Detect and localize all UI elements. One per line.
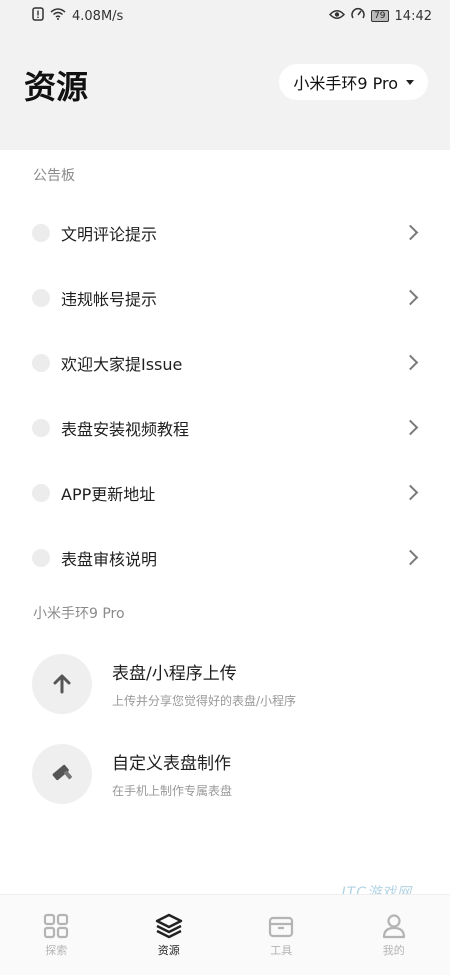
status-right: 79 14:42 [329,7,432,25]
notice-item-label: 违规帐号提示 [61,289,158,309]
chevron-right-icon [402,419,419,436]
grid-icon [44,913,69,938]
notice-item-label: 欢迎大家提Issue [61,354,183,374]
notice-item[interactable]: 文明评论提示 [0,200,450,265]
notice-item[interactable]: 欢迎大家提Issue [0,330,450,395]
speedometer-icon [351,7,365,25]
hammer-icon-circle [32,744,92,804]
upload-title: 表盘/小程序上传 [112,664,237,684]
upload-texts: 表盘/小程序上传 上传并分享您觉得好的表盘/小程序 [112,659,296,709]
custom-subtitle: 在手机上制作专属表盘 [112,784,233,798]
unread-dot-icon [32,483,50,502]
wifi-icon [50,8,66,24]
nav-label-tools: 工具 [270,943,293,957]
status-bar: 4.08M/s 79 14:42 [0,0,450,32]
user-icon [382,913,405,938]
unread-dot-icon [32,418,50,437]
section-label-bulletin: 公告板 [33,168,75,184]
status-left: 4.08M/s [32,7,123,25]
chevron-right-icon [402,289,419,306]
notice-item-label: 表盘审核说明 [61,549,158,569]
device-selector-label: 小米手环9 Pro [293,74,398,93]
nav-label-resources: 资源 [157,943,180,957]
unread-dot-icon [32,223,50,242]
device-selector[interactable]: 小米手环9 Pro [279,64,428,100]
notification-icon [32,7,44,25]
nav-label-explore: 探索 [45,943,68,957]
unread-dot-icon [32,353,50,372]
network-speed: 4.08M/s [72,8,124,24]
chevron-right-icon [402,549,419,566]
page-title: 资源 [24,68,89,106]
upload-subtitle: 上传并分享您觉得好的表盘/小程序 [112,694,297,708]
nav-label-me: 我的 [382,943,405,957]
notice-item-label: 表盘安装视频教程 [61,419,190,439]
section-label-device: 小米手环9 Pro [33,606,125,622]
notice-item[interactable]: 表盘审核说明 [0,525,450,590]
unread-dot-icon [32,548,50,567]
unread-dot-icon [32,288,50,307]
custom-texts: 自定义表盘制作 在手机上制作专属表盘 [112,749,232,799]
eye-icon [329,9,346,24]
upload-arrow-icon [53,674,71,694]
hammer-icon [52,764,72,781]
nav-item-resources[interactable]: 资源 [113,895,226,975]
chevron-right-icon [402,224,419,241]
clock: 14:42 [394,8,432,24]
caret-down-icon [406,79,414,85]
upload-watchface-item[interactable]: 表盘/小程序上传 上传并分享您觉得好的表盘/小程序 [0,639,450,729]
custom-title: 自定义表盘制作 [112,754,231,774]
nav-item-tools[interactable]: 工具 [225,895,338,975]
layers-icon [155,913,182,938]
battery-indicator: 79 [371,10,389,22]
custom-watchface-item[interactable]: 自定义表盘制作 在手机上制作专属表盘 [0,729,450,819]
chevron-right-icon [402,484,419,501]
nav-item-me[interactable]: 我的 [338,895,450,975]
bottom-nav: 探索 资源 工具 我的 [0,894,450,975]
upload-icon-circle [32,654,92,714]
notice-item-label: APP更新地址 [61,484,156,504]
toolbox-icon [269,916,294,937]
notice-item[interactable]: APP更新地址 [0,460,450,525]
nav-item-explore[interactable]: 探索 [0,895,113,975]
chevron-right-icon [402,354,419,371]
notice-item[interactable]: 违规帐号提示 [0,265,450,330]
notice-item-label: 文明评论提示 [61,224,158,244]
notice-item[interactable]: 表盘安装视频教程 [0,395,450,460]
